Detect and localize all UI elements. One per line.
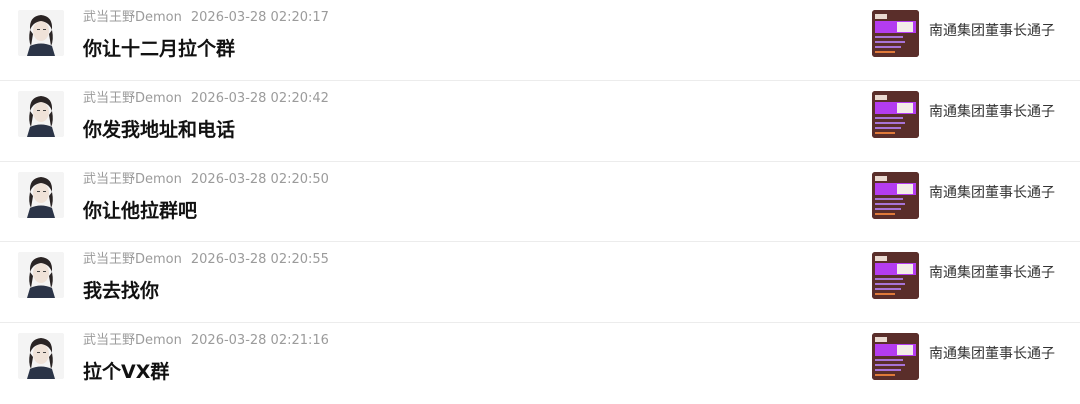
comment-list: 武当王野Demon 2026-03-28 02:20:17 你让十二月拉个群 南通… [0, 0, 1080, 404]
comment-row[interactable]: 武当王野Demon 2026-03-28 02:21:16 拉个VX群 南通集团董… [0, 323, 1080, 404]
comment-text: 你发我地址和电话 [83, 118, 236, 141]
author-name[interactable]: 武当王野Demon [83, 252, 182, 267]
avatar[interactable] [18, 171, 64, 218]
target-title[interactable]: 南通集团董事长通子 [929, 264, 1055, 282]
comment-meta: 武当王野Demon 2026-03-28 02:20:42 [83, 91, 329, 107]
comment-row[interactable]: 武当王野Demon 2026-03-28 02:20:42 你发我地址和电话 南通… [0, 81, 1080, 162]
author-name[interactable]: 武当王野Demon [83, 333, 182, 348]
target-thumbnail[interactable] [872, 333, 919, 381]
avatar[interactable] [18, 90, 64, 137]
author-name[interactable]: 武当王野Demon [83, 91, 182, 106]
comment-text: 我去找你 [83, 280, 160, 303]
target-title[interactable]: 南通集团董事长通子 [929, 345, 1055, 363]
target-thumbnail[interactable] [872, 171, 919, 219]
comment-text: 你让十二月拉个群 [83, 38, 236, 60]
comment-text: 你让他拉群吧 [83, 199, 198, 222]
target-title[interactable]: 南通集团董事长通子 [929, 103, 1055, 121]
comment-row[interactable]: 武当王野Demon 2026-03-28 02:20:55 我去找你 南通集团董事… [0, 242, 1080, 324]
target-title[interactable]: 南通集团董事长通子 [929, 22, 1055, 40]
comment-row[interactable]: 武当王野Demon 2026-03-28 02:20:50 你让他拉群吧 南通集团… [0, 162, 1080, 243]
comment-meta: 武当王野Demon 2026-03-28 02:21:16 [83, 333, 329, 349]
comment-meta: 武当王野Demon 2026-03-28 02:20:50 [83, 172, 329, 188]
author-name[interactable]: 武当王野Demon [83, 172, 182, 187]
avatar[interactable] [18, 333, 64, 380]
timestamp: 2026-03-28 02:20:55 [190, 252, 329, 268]
comment-meta: 武当王野Demon 2026-03-28 02:20:55 [83, 252, 329, 268]
target-thumbnail[interactable] [872, 10, 919, 57]
timestamp: 2026-03-28 02:20:50 [190, 171, 329, 187]
target-thumbnail[interactable] [872, 252, 919, 300]
timestamp: 2026-03-28 02:20:42 [190, 90, 329, 106]
timestamp: 2026-03-28 02:21:16 [190, 333, 329, 349]
target-title[interactable]: 南通集团董事长通子 [929, 184, 1055, 202]
avatar[interactable] [18, 252, 64, 299]
author-name[interactable]: 武当王野Demon [83, 10, 182, 25]
timestamp: 2026-03-28 02:20:17 [190, 10, 329, 25]
target-thumbnail[interactable] [872, 90, 919, 138]
avatar[interactable] [18, 10, 64, 56]
comment-meta: 武当王野Demon 2026-03-28 02:20:17 [83, 10, 329, 26]
comment-row[interactable]: 武当王野Demon 2026-03-28 02:20:17 你让十二月拉个群 南通… [0, 0, 1080, 81]
comment-text: 拉个VX群 [83, 361, 170, 384]
